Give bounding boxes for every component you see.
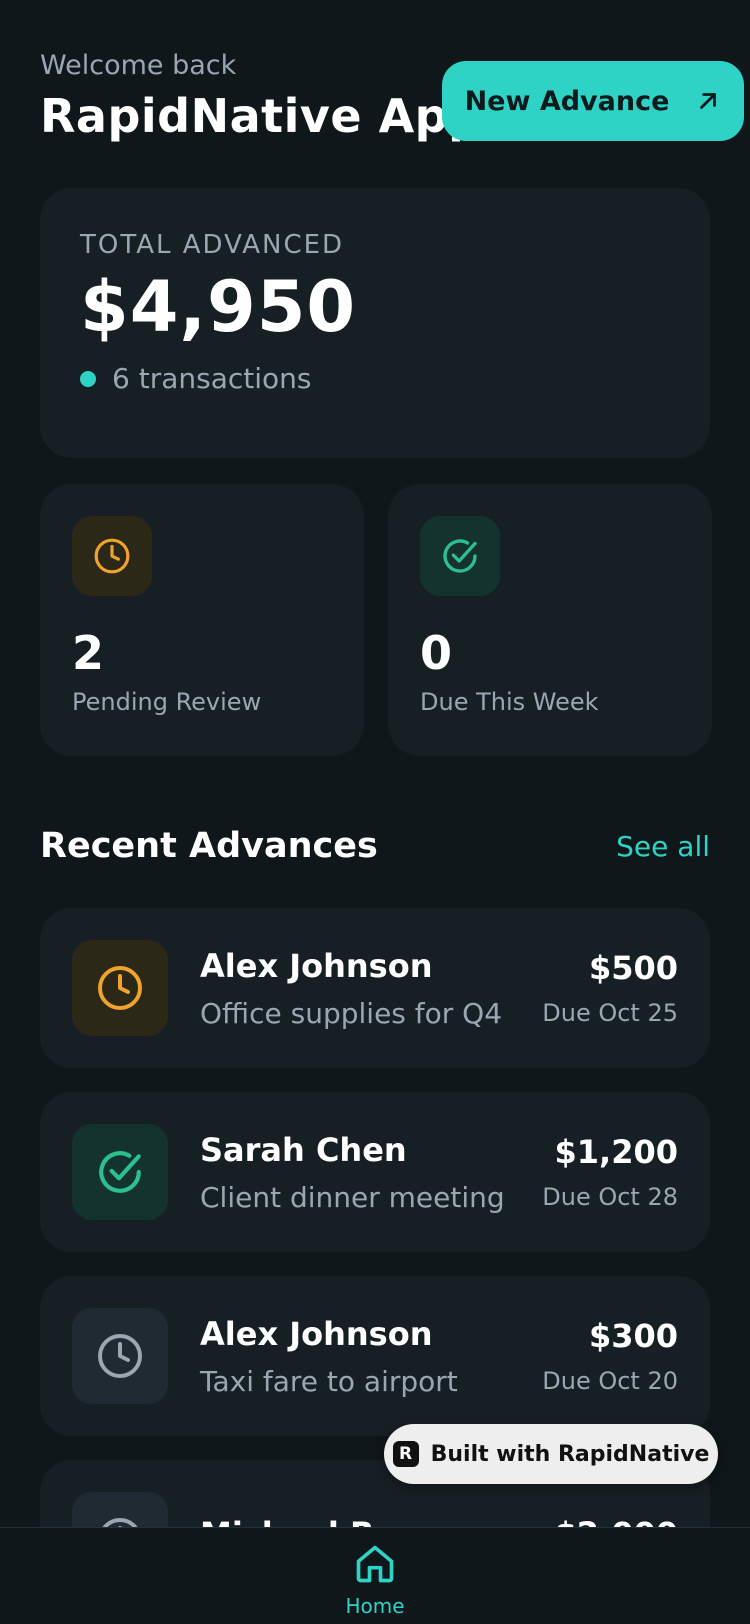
nav-tab-home[interactable]: Home [0, 1542, 750, 1618]
due-this-week-count: 0 [420, 626, 453, 680]
see-all-link[interactable]: See all [616, 830, 710, 863]
advance-description: Client dinner meeting [200, 1180, 505, 1214]
advance-amount: $300 [588, 1317, 678, 1355]
advance-due-date: Due Oct 28 [542, 1183, 678, 1211]
advance-description: Taxi fare to airport [200, 1364, 458, 1398]
built-with-label: Built with RapidNative [430, 1441, 710, 1467]
list-item[interactable]: Alex Johnson Office supplies for Q4 $500… [40, 908, 710, 1068]
list-item[interactable]: Alex Johnson Taxi fare to airport $300 D… [40, 1276, 710, 1436]
pending-review-card[interactable]: 2 Pending Review [40, 484, 364, 756]
clock-icon [72, 516, 152, 596]
new-advance-label: New Advance [464, 85, 670, 117]
advance-description: Office supplies for Q4 [200, 996, 503, 1030]
home-icon [356, 1545, 394, 1583]
new-advance-button[interactable]: New Advance [442, 61, 744, 141]
clock-icon [72, 1308, 168, 1404]
bottom-nav: Home [0, 1527, 750, 1624]
status-dot [80, 370, 96, 387]
total-advanced-amount: $4,950 [80, 266, 357, 348]
list-item[interactable]: Sarah Chen Client dinner meeting $1,200 … [40, 1092, 710, 1252]
check-circle-icon [72, 1124, 168, 1220]
pending-review-label: Pending Review [72, 688, 262, 716]
welcome-text: Welcome back [40, 50, 237, 81]
page-title: RapidNative App [40, 89, 482, 143]
advance-due-date: Due Oct 20 [542, 1367, 678, 1395]
built-with-badge[interactable]: R Built with RapidNative [384, 1424, 718, 1484]
advance-amount: $1,200 [554, 1133, 678, 1171]
advance-name: Alex Johnson [200, 1314, 433, 1353]
due-this-week-card[interactable]: 0 Due This Week [388, 484, 712, 756]
transactions-row: 6 transactions [80, 362, 670, 395]
due-this-week-label: Due This Week [420, 688, 599, 716]
rapidnative-logo-icon: R [392, 1441, 419, 1467]
total-advanced-card: TOTAL ADVANCED $4,950 6 transactions [40, 188, 710, 458]
transactions-count: 6 transactions [112, 362, 312, 395]
total-advanced-label: TOTAL ADVANCED [80, 230, 345, 260]
nav-home-label: Home [345, 1594, 405, 1618]
arrow-up-right-icon [700, 93, 717, 109]
advance-name: Alex Johnson [200, 946, 433, 985]
header: Welcome back RapidNative App [40, 50, 482, 143]
pending-review-count: 2 [72, 626, 105, 680]
advance-amount: $500 [588, 949, 678, 987]
clock-icon [72, 940, 168, 1036]
advance-name: Sarah Chen [200, 1130, 407, 1169]
check-circle-icon [420, 516, 500, 596]
recent-advances-title: Recent Advances [40, 826, 378, 866]
advance-due-date: Due Oct 25 [542, 999, 678, 1027]
